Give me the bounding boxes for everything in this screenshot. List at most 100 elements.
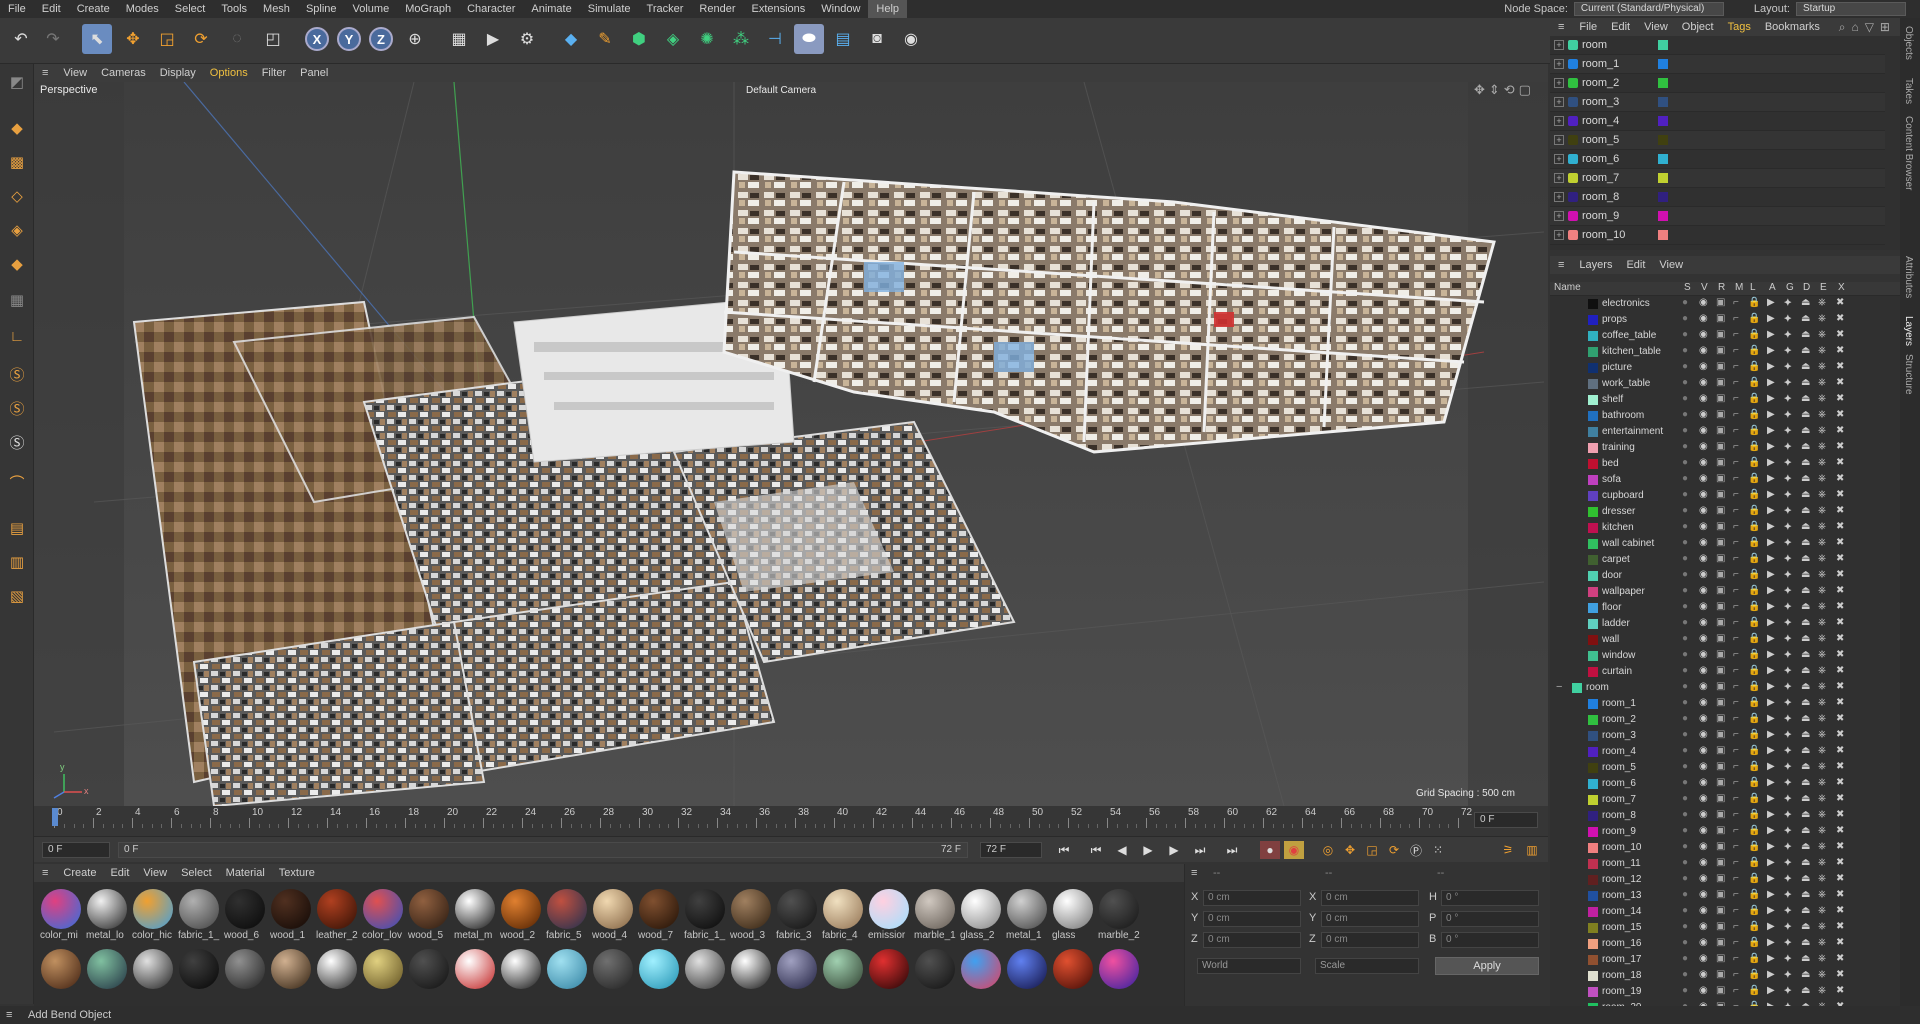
scheme-button[interactable]: ⚞	[1498, 841, 1518, 859]
material-menu-edit[interactable]: Edit	[103, 867, 136, 879]
menu-mesh[interactable]: Mesh	[255, 0, 298, 18]
layer-toggle-icon[interactable]: ⯌	[1784, 985, 1792, 996]
layer-toggle-icon[interactable]: 🔒	[1748, 905, 1760, 916]
layer-toggle-icon[interactable]: ⎈	[1818, 377, 1826, 388]
layer-toggle-icon[interactable]: ⎈	[1818, 985, 1826, 996]
layer-toggle-icon[interactable]: ⌐	[1733, 889, 1739, 900]
layer-row[interactable]: wall cabinet ● ◉ ▣ ⌐ 🔒 ▶ ⯌ ⏏ ⎈ ✖	[1550, 536, 1885, 552]
layer-row[interactable]: room_18 ● ◉ ▣ ⌐ 🔒 ▶ ⯌ ⏏ ⎈ ✖	[1550, 968, 1885, 984]
layer-toggle-icon[interactable]: ▣	[1716, 329, 1725, 340]
viewport-nav-icons[interactable]: ✥⇕⟲▢	[1474, 82, 1535, 98]
layer-color-swatch[interactable]	[1588, 539, 1598, 549]
status-hamburger-icon[interactable]: ≡	[6, 1006, 12, 1024]
layer-toggle-icon[interactable]: ▣	[1716, 441, 1725, 452]
layer-color-tag[interactable]	[1658, 211, 1668, 221]
layer-toggle-icon[interactable]: ✖	[1836, 985, 1844, 996]
layer-toggle-icon[interactable]: ⏏	[1801, 457, 1810, 468]
material-swatch[interactable]	[316, 948, 358, 1006]
viewport-menu-cameras[interactable]: Cameras	[94, 67, 153, 79]
layer-toggle-icon[interactable]: ⎈	[1818, 329, 1826, 340]
layer-toggle-icon[interactable]: 🔒	[1748, 777, 1760, 788]
layer-toggle-icon[interactable]: ⯌	[1784, 521, 1792, 532]
layer-toggle-icon[interactable]: ⏏	[1801, 505, 1810, 516]
layer-toggle-icon[interactable]: ⏏	[1801, 425, 1810, 436]
material-swatch[interactable]: fabric_4	[822, 888, 864, 946]
layer-toggle-icon[interactable]: ●	[1682, 1001, 1688, 1006]
size-mode-select[interactable]: Scale	[1315, 958, 1419, 974]
layer-toggle-icon[interactable]: ⏏	[1801, 409, 1810, 420]
layer-toggle-icon[interactable]: ✖	[1836, 441, 1844, 452]
layer-toggle-icon[interactable]: ▶	[1767, 537, 1775, 548]
material-swatch[interactable]: fabric_3	[776, 888, 818, 946]
mograph-button[interactable]: ⁂	[726, 24, 756, 54]
render-region-button[interactable]: ▦	[444, 24, 474, 54]
layer-row[interactable]: room_4 ● ◉ ▣ ⌐ 🔒 ▶ ⯌ ⏏ ⎈ ✖	[1550, 744, 1885, 760]
layer-toggle-icon[interactable]: ●	[1682, 585, 1688, 596]
layer-row[interactable]: curtain ● ◉ ▣ ⌐ 🔒 ▶ ⯌ ⏏ ⎈ ✖	[1550, 664, 1885, 680]
layer-toggle-icon[interactable]: ✖	[1836, 1001, 1844, 1006]
layer-hamburger-icon[interactable]: ≡	[1550, 259, 1572, 271]
material-swatch[interactable]	[730, 948, 772, 1006]
layer-toggle-icon[interactable]: ⌐	[1733, 681, 1739, 692]
current-frame-field[interactable]: 0 F	[1474, 812, 1538, 828]
layer-toggle-icon[interactable]: ⌐	[1733, 537, 1739, 548]
layer-toggle-icon[interactable]: ▶	[1767, 473, 1775, 484]
object-menu-view[interactable]: View	[1637, 21, 1675, 33]
key-selection-button[interactable]: ◎	[1318, 841, 1338, 859]
material-swatch[interactable]	[454, 948, 496, 1006]
layer-column-m[interactable]: M	[1735, 282, 1743, 293]
layer-toggle-icon[interactable]: ⌐	[1733, 985, 1739, 996]
layer-toggle-icon[interactable]: ⯌	[1784, 329, 1792, 340]
layer-toggle-icon[interactable]: ⯌	[1784, 665, 1792, 676]
layer-toggle-icon[interactable]: ◉	[1699, 585, 1708, 596]
layer-toggle-icon[interactable]: ⏏	[1801, 569, 1810, 580]
layer-row[interactable]: room_12 ● ◉ ▣ ⌐ 🔒 ▶ ⯌ ⏏ ⎈ ✖	[1550, 872, 1885, 888]
layer-row[interactable]: room_3 ● ◉ ▣ ⌐ 🔒 ▶ ⯌ ⏏ ⎈ ✖	[1550, 728, 1885, 744]
layer-toggle-icon[interactable]: ◉	[1699, 937, 1708, 948]
object-hamburger-icon[interactable]: ≡	[1550, 21, 1572, 33]
material-swatch[interactable]	[408, 948, 450, 1006]
layer-toggle-icon[interactable]: ✖	[1836, 873, 1844, 884]
layer-toggle-icon[interactable]: ▶	[1767, 777, 1775, 788]
layer-color-swatch[interactable]	[1588, 843, 1598, 853]
layer-toggle-icon[interactable]: ●	[1682, 825, 1688, 836]
menu-extensions[interactable]: Extensions	[743, 0, 813, 18]
layer-toggle-icon[interactable]: ▶	[1767, 329, 1775, 340]
material-swatch[interactable]: wood_5	[408, 888, 450, 946]
key-parameter-button[interactable]: Ⓟ	[1406, 841, 1426, 859]
layer-color-swatch[interactable]	[1588, 523, 1598, 533]
layer-toggle-icon[interactable]: ✖	[1836, 457, 1844, 468]
layer-toggle-icon[interactable]: ⌐	[1733, 841, 1739, 852]
layer-toggle-icon[interactable]: ◉	[1699, 521, 1708, 532]
floor-button[interactable]: ▤	[828, 24, 858, 54]
layer-color-swatch[interactable]	[1588, 731, 1598, 741]
layer-toggle-icon[interactable]: ▶	[1767, 841, 1775, 852]
layer-toggle-icon[interactable]: ▶	[1767, 585, 1775, 596]
layer-color-swatch[interactable]	[1588, 619, 1598, 629]
layer-toggle-icon[interactable]: ▣	[1716, 729, 1725, 740]
layer-toggle-icon[interactable]: ▣	[1716, 345, 1725, 356]
layer-toggle-icon[interactable]: ⌐	[1733, 649, 1739, 660]
layer-color-swatch[interactable]	[1588, 827, 1598, 837]
layer-toggle-icon[interactable]: ⏏	[1801, 393, 1810, 404]
layer-toggle-icon[interactable]: ✖	[1836, 921, 1844, 932]
layer-row[interactable]: cupboard ● ◉ ▣ ⌐ 🔒 ▶ ⯌ ⏏ ⎈ ✖	[1550, 488, 1885, 504]
cloner-button[interactable]: ✺	[692, 24, 722, 54]
layer-toggle-icon[interactable]: ⏏	[1801, 553, 1810, 564]
layer-toggle-icon[interactable]: ⎈	[1818, 777, 1826, 788]
material-swatch[interactable]	[684, 948, 726, 1006]
layer-toggle-icon[interactable]: ▶	[1767, 1001, 1775, 1006]
layer-toggle-icon[interactable]: ⯌	[1784, 585, 1792, 596]
material-swatch[interactable]	[178, 948, 220, 1006]
layer-toggle-icon[interactable]: 🔒	[1748, 953, 1760, 964]
rotation-field[interactable]: 0 °	[1441, 932, 1539, 948]
expand-icon[interactable]: +	[1554, 173, 1564, 183]
layer-toggle-icon[interactable]: ⏏	[1801, 937, 1810, 948]
layer-toggle-icon[interactable]: ⏏	[1801, 473, 1810, 484]
layer-toggle-icon[interactable]: ✖	[1836, 841, 1844, 852]
expand-icon[interactable]: +	[1554, 192, 1564, 202]
layer-color-tag[interactable]	[1658, 173, 1668, 183]
object-row[interactable]: + room_6	[1550, 150, 1885, 169]
layer-toggle-icon[interactable]: ⌐	[1733, 617, 1739, 628]
layer-column-g[interactable]: G	[1786, 282, 1794, 293]
